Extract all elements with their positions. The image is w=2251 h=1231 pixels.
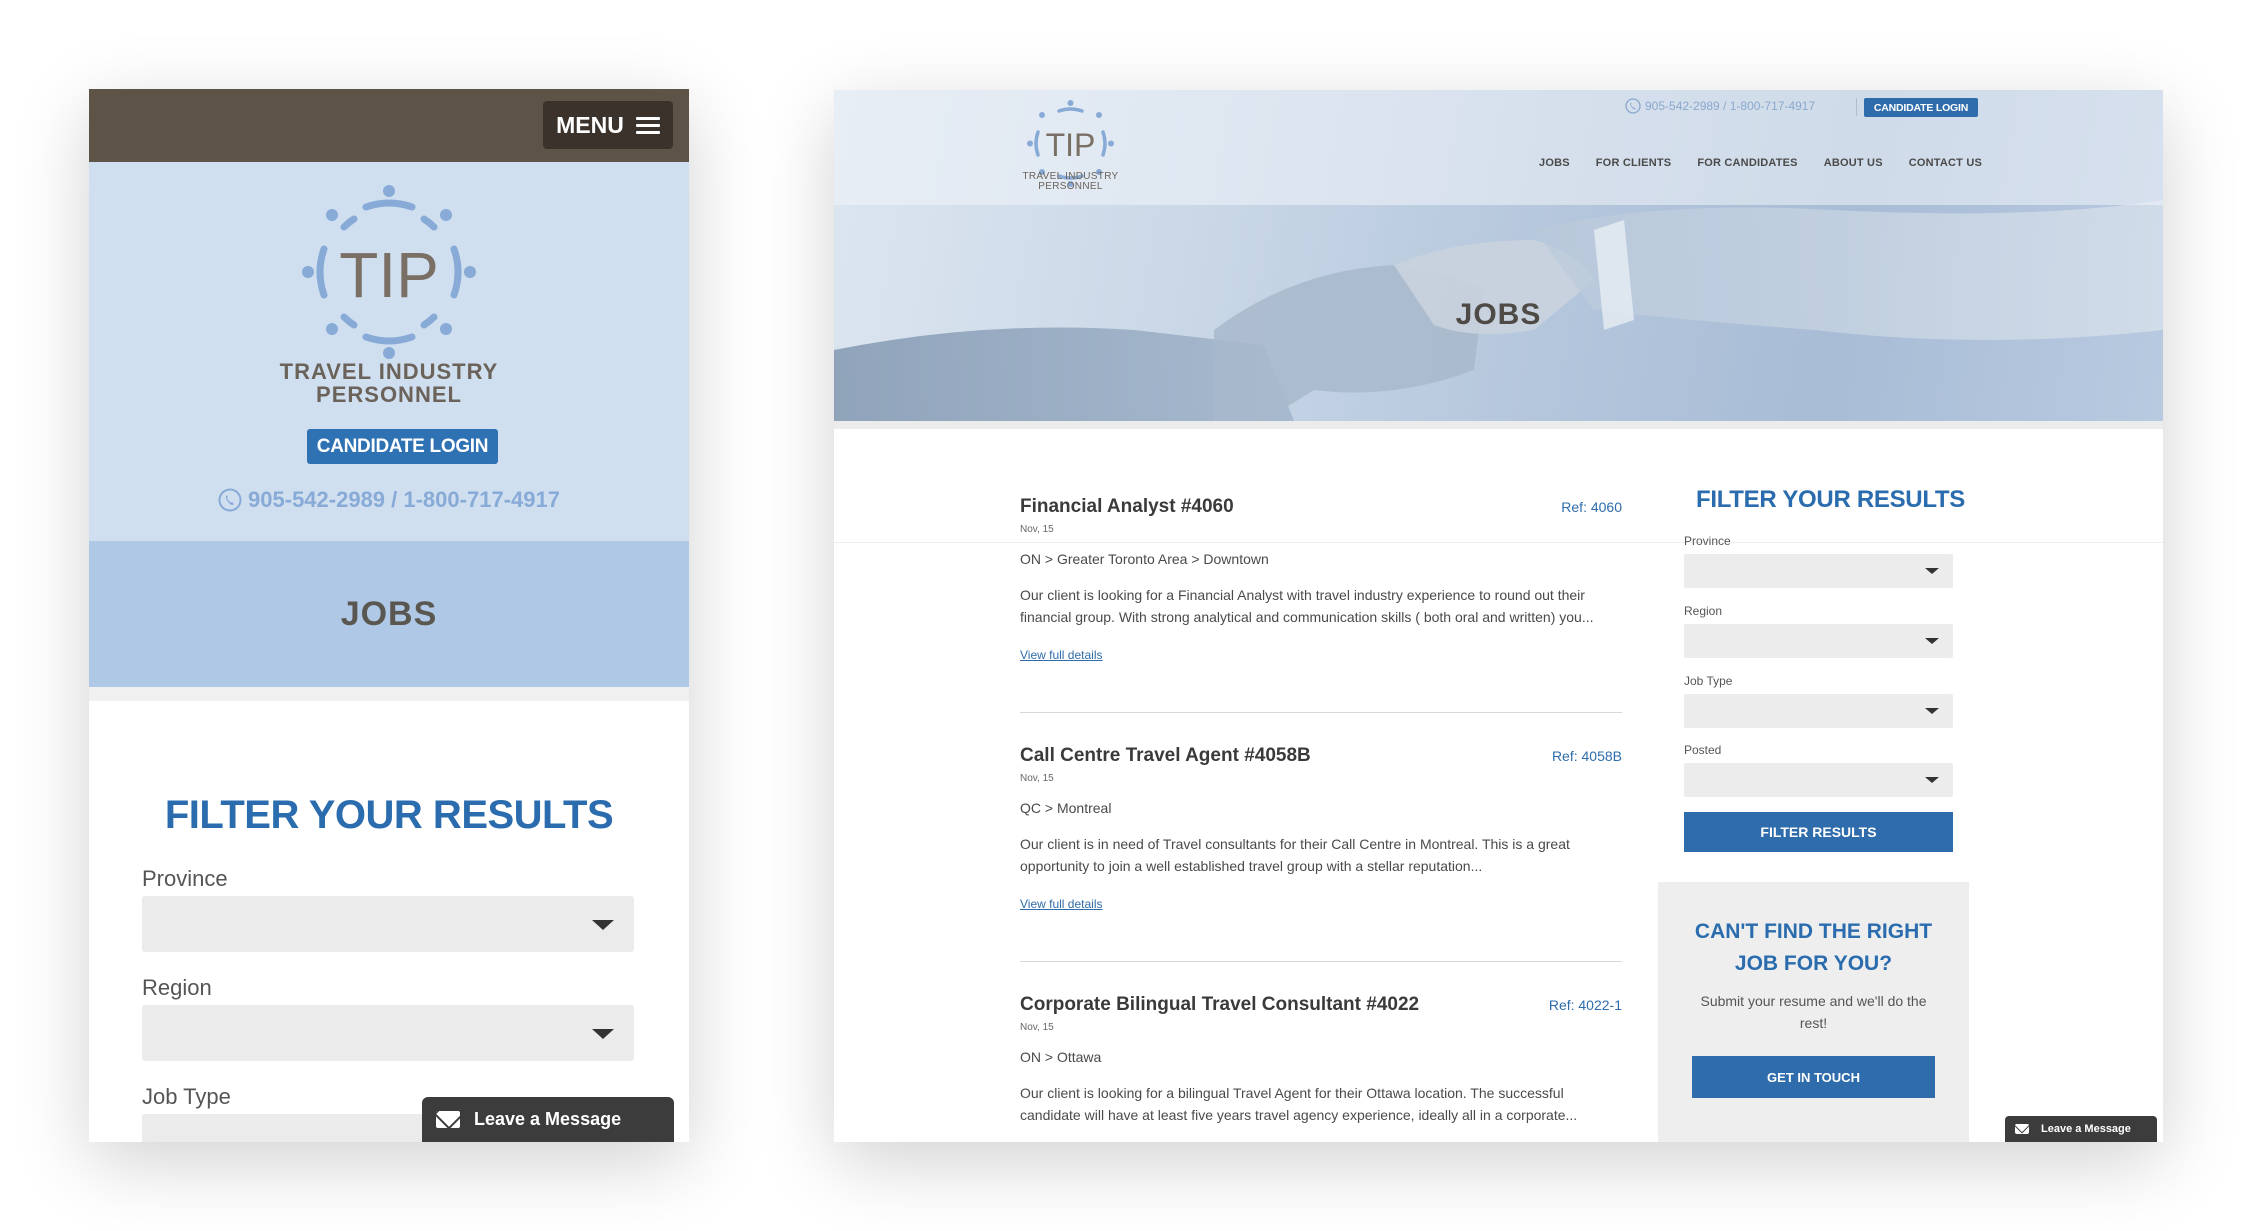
- chevron-down-icon: [592, 920, 614, 930]
- view-details-link[interactable]: View full details: [1020, 648, 1103, 662]
- page-title: JOBS: [340, 594, 438, 633]
- nav-item-jobs[interactable]: JOBS: [1539, 157, 1570, 169]
- region-select[interactable]: [142, 1005, 634, 1061]
- job-date: Nov, 15: [1020, 1022, 1054, 1033]
- page-title-band: JOBS: [89, 541, 689, 687]
- leave-message-button[interactable]: Leave a Message: [2005, 1116, 2157, 1142]
- cant-find-box: CAN'T FIND THE RIGHT JOB FOR YOU? Submit…: [1658, 882, 1969, 1142]
- main-nav: JOBS FOR CLIENTS FOR CANDIDATES ABOUT US…: [1539, 157, 1982, 169]
- phone-icon: [218, 488, 242, 512]
- leave-message-label: Leave a Message: [474, 1109, 622, 1129]
- job-title[interactable]: Corporate Bilingual Travel Consultant #4…: [1020, 994, 1419, 1016]
- envelope-icon: [2015, 1124, 2029, 1134]
- job-date: Nov, 15: [1020, 773, 1054, 784]
- mobile-view: MENU TIP TRAVEL INDUSTRY PERSONNEL CANDI…: [89, 89, 689, 1142]
- province-select[interactable]: [1684, 554, 1953, 588]
- company-name-line1: TRAVEL INDUSTRY: [279, 359, 499, 384]
- filter-label-province: Province: [142, 866, 228, 891]
- filter-title: FILTER YOUR RESULTS: [1696, 486, 1965, 513]
- page-title: JOBS: [1455, 298, 1542, 331]
- chevron-down-icon: [592, 1029, 614, 1039]
- phone-number: 905-542-2989 / 1-800-717-4917: [1645, 99, 1816, 113]
- job-description: Our client is looking for a bilingual Tr…: [1020, 1085, 1578, 1123]
- mobile-top-bar: MENU: [89, 89, 689, 162]
- chevron-down-icon: [1925, 777, 1939, 783]
- envelope-icon: [436, 1111, 460, 1128]
- job-listing: Financial Analyst #4060 Ref: 4060 Nov, 1…: [1020, 496, 1622, 666]
- menu-label: MENU: [556, 111, 624, 138]
- filter-region-group: Region: [89, 975, 689, 1061]
- leave-message-button[interactable]: Leave a Message: [422, 1097, 674, 1142]
- desktop-view: TIP TRAVEL INDUSTRY PERSONNEL 905-542-29…: [834, 90, 2163, 1142]
- job-divider: [1020, 961, 1622, 962]
- posted-select[interactable]: [1684, 763, 1953, 797]
- cant-find-title: CAN'T FIND THE RIGHT JOB FOR YOU?: [1694, 920, 1933, 975]
- job-listing: Corporate Bilingual Travel Consultant #4…: [1020, 994, 1622, 1142]
- job-location: ON > Greater Toronto Area > Downtown: [1020, 551, 1269, 567]
- job-type-select[interactable]: [1684, 694, 1953, 728]
- hamburger-icon: [635, 113, 660, 138]
- filter-label-region: Region: [1684, 604, 1723, 618]
- filter-label-job-type: Job Type: [1684, 674, 1733, 688]
- filter-province-group: Province: [89, 866, 689, 952]
- nav-item-contact-us[interactable]: CONTACT US: [1909, 157, 1982, 169]
- svg-text:TIP: TIP: [339, 239, 439, 311]
- company-name-line2: PERSONNEL: [1038, 181, 1103, 192]
- filter-label-posted: Posted: [1684, 743, 1722, 757]
- nav-item-for-candidates[interactable]: FOR CANDIDATES: [1697, 157, 1797, 169]
- filter-label-province: Province: [1684, 534, 1731, 548]
- section-divider: [89, 687, 689, 701]
- job-title[interactable]: Call Centre Travel Agent #4058B: [1020, 745, 1311, 767]
- phone-icon: [1625, 98, 1641, 114]
- header-separator: [1856, 98, 1857, 116]
- candidate-login-button[interactable]: CANDIDATE LOGIN: [1864, 98, 1978, 117]
- region-select[interactable]: [1684, 624, 1953, 658]
- filter-title: FILTER YOUR RESULTS: [164, 793, 614, 837]
- phone-link[interactable]: 905-542-2989 / 1-800-717-4917: [1625, 98, 1815, 114]
- company-name-line2: PERSONNEL: [316, 382, 462, 407]
- job-description: Our client is looking for a Financial An…: [1020, 587, 1594, 625]
- candidate-login-button[interactable]: CANDIDATE LOGIN: [307, 429, 498, 464]
- job-ref: Ref: 4060: [1561, 499, 1622, 515]
- svg-text:TIP: TIP: [1046, 127, 1096, 163]
- job-location: QC > Montreal: [1020, 800, 1112, 816]
- chevron-down-icon: [1925, 568, 1939, 574]
- job-description: Our client is in need of Travel consulta…: [1020, 836, 1570, 874]
- job-date: Nov, 15: [1020, 524, 1054, 535]
- hero-banner: TIP TRAVEL INDUSTRY PERSONNEL 905-542-29…: [834, 90, 2163, 421]
- company-name: TRAVEL INDUSTRY PERSONNEL: [89, 360, 689, 406]
- province-select[interactable]: [142, 896, 634, 952]
- get-in-touch-button[interactable]: GET IN TOUCH: [1692, 1056, 1935, 1098]
- company-name: TRAVEL INDUSTRY PERSONNEL: [1007, 172, 1134, 192]
- filter-label-region: Region: [142, 975, 212, 1000]
- job-divider: [1020, 712, 1622, 713]
- section-divider: [834, 421, 2163, 429]
- filter-results-button[interactable]: FILTER RESULTS: [1684, 812, 1953, 852]
- mobile-header: TIP TRAVEL INDUSTRY PERSONNEL CANDIDATE …: [89, 162, 689, 541]
- tip-logo[interactable]: TIP: [294, 177, 484, 367]
- chevron-down-icon: [1925, 708, 1939, 714]
- nav-item-for-clients[interactable]: FOR CLIENTS: [1596, 157, 1672, 169]
- job-title[interactable]: Financial Analyst #4060: [1020, 496, 1234, 518]
- job-ref: Ref: 4022-1: [1548, 997, 1622, 1013]
- menu-button[interactable]: MENU: [543, 101, 673, 149]
- job-location: ON > Ottawa: [1020, 1049, 1102, 1065]
- chevron-down-icon: [1925, 638, 1939, 644]
- phone-link[interactable]: 905-542-2989 / 1-800-717-4917: [89, 487, 689, 513]
- job-listing: Call Centre Travel Agent #4058B Ref: 405…: [1020, 745, 1622, 915]
- cant-find-text: Submit your resume and we'll do the rest…: [1700, 993, 1927, 1031]
- nav-item-about-us[interactable]: ABOUT US: [1824, 157, 1883, 169]
- view-details-link[interactable]: View full details: [1020, 897, 1103, 911]
- phone-number: 905-542-2989 / 1-800-717-4917: [248, 487, 560, 512]
- leave-message-label: Leave a Message: [2041, 1123, 2131, 1135]
- job-ref: Ref: 4058B: [1551, 748, 1622, 764]
